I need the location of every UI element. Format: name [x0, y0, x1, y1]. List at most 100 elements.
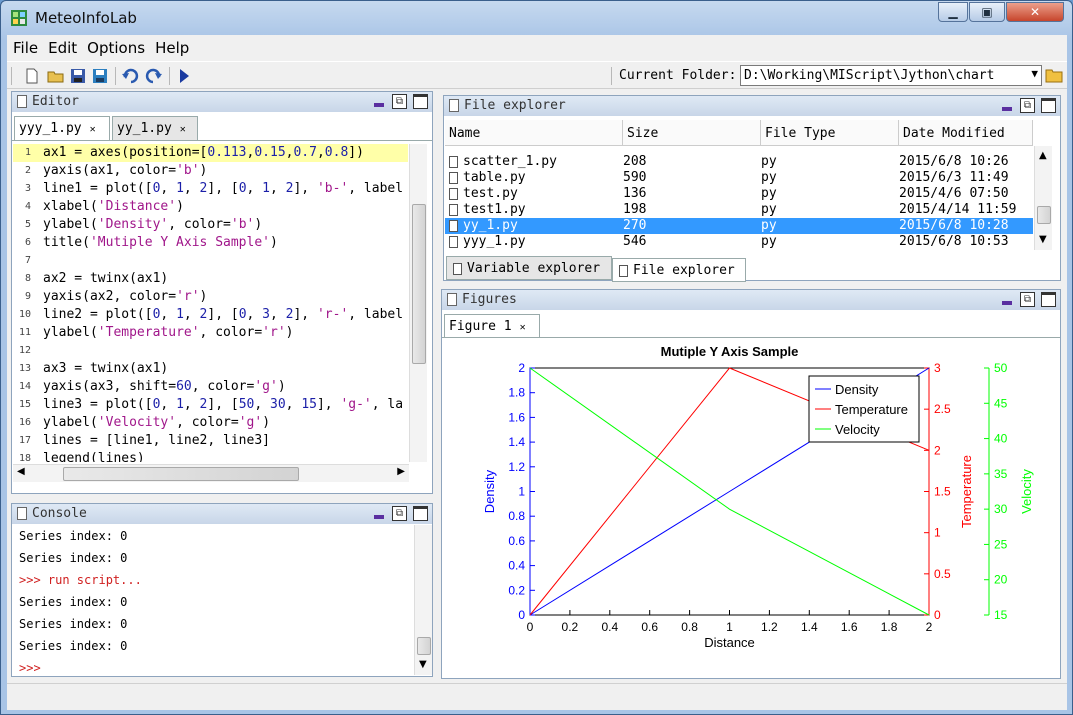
- line-number: 5: [24, 219, 31, 230]
- file-row[interactable]: table.py 590 py 2015/6/3 11:49: [445, 170, 1033, 186]
- figure-canvas[interactable]: Mutiple Y Axis Sample 0 0.2 0.4 0.6 0.8 1 1.2 1.…: [443, 338, 1058, 678]
- panel-doc-icon: [619, 265, 628, 277]
- panel-maximize-button[interactable]: [1041, 292, 1056, 307]
- code-line[interactable]: 14 yaxis(ax3, shift=60, color='g'): [13, 378, 408, 396]
- editor-horizontal-scrollbar[interactable]: ◀ ▶: [13, 464, 409, 482]
- line-number: 8: [24, 273, 31, 284]
- code-line[interactable]: 5 ylabel('Density', color='b'): [13, 216, 408, 234]
- scroll-down-icon[interactable]: ▼: [1039, 234, 1047, 245]
- menu-options[interactable]: Options: [81, 35, 149, 57]
- code-text: line2 = plot([0, 1, 2], [0, 3, 2], 'r-',…: [43, 307, 403, 322]
- code-token: 50: [238, 397, 255, 412]
- code-line[interactable]: 17 lines = [line1, line2, line3]: [13, 432, 408, 450]
- maximize-button[interactable]: ▣: [969, 2, 1005, 22]
- code-editor[interactable]: 1 ax1 = axes(position=[0.113,0.15,0.7,0.8…: [13, 144, 408, 462]
- open-folder-icon[interactable]: [47, 67, 65, 85]
- file-row[interactable]: scatter_1.py 208 py 2015/6/8 10:26: [445, 154, 1033, 170]
- browse-folder-icon[interactable]: [1045, 67, 1063, 83]
- menu-edit[interactable]: Edit: [42, 35, 81, 57]
- close-icon[interactable]: ✕: [520, 322, 526, 333]
- undo-icon[interactable]: [121, 67, 139, 85]
- code-line[interactable]: 3 line1 = plot([0, 1, 2], [0, 1, 2], 'b-'…: [13, 180, 408, 198]
- file-row[interactable]: yyy_1.py 546 py 2015/6/8 10:53: [445, 234, 1033, 248]
- panel-minimize-button[interactable]: [371, 94, 386, 109]
- file-explorer-vertical-scrollbar[interactable]: ▲ ▼: [1034, 146, 1052, 250]
- file-row[interactable]: yy_1.py 270 py 2015/6/8 10:28: [445, 218, 1033, 234]
- console-output[interactable]: Series index: 0 Series index: 0 >>> run sc…: [13, 525, 423, 675]
- scroll-down-icon[interactable]: ▼: [419, 659, 427, 670]
- menu-file[interactable]: File: [7, 35, 42, 57]
- code-line[interactable]: 9 yaxis(ax2, color='r'): [13, 288, 408, 306]
- panel-minimize-button[interactable]: [371, 506, 386, 521]
- redo-icon[interactable]: [145, 67, 163, 85]
- column-header-name[interactable]: Name: [445, 120, 623, 146]
- file-row[interactable]: test.py 136 py 2015/4/6 07:50: [445, 186, 1033, 202]
- console-vertical-scrollbar[interactable]: ▼: [414, 525, 432, 675]
- tab-variable-explorer[interactable]: Variable explorer: [446, 256, 612, 280]
- code-line[interactable]: 6 title('Mutiple Y Axis Sample'): [13, 234, 408, 252]
- code-text: ylabel('Velocity', color='g'): [43, 415, 270, 430]
- panel-maximize-button[interactable]: [413, 506, 428, 521]
- code-line[interactable]: 18 legend(lines): [13, 450, 408, 462]
- close-icon[interactable]: ✕: [180, 124, 186, 135]
- code-line[interactable]: 10 line2 = plot([0, 1, 2], [0, 3, 2], 'r-…: [13, 306, 408, 324]
- panel-float-button[interactable]: ⧉: [392, 506, 407, 521]
- y-tick-label: 50: [994, 361, 1008, 375]
- chevron-down-icon[interactable]: ▼: [1031, 67, 1038, 80]
- code-line[interactable]: 15 line3 = plot([0, 1, 2], [50, 30, 15], …: [13, 396, 408, 414]
- column-header-file-type[interactable]: File Type: [761, 120, 899, 146]
- code-line[interactable]: 11 ylabel('Temperature', color='r'): [13, 324, 408, 342]
- save-all-icon[interactable]: [91, 67, 109, 85]
- code-text: ylabel('Temperature', color='r'): [43, 325, 293, 340]
- panel-float-button[interactable]: ⧉: [392, 94, 407, 109]
- save-icon[interactable]: [69, 67, 87, 85]
- menu-help[interactable]: Help: [149, 35, 193, 57]
- scroll-thumb[interactable]: [412, 204, 426, 364]
- float-window-icon: ⧉: [395, 96, 404, 107]
- close-icon[interactable]: ✕: [90, 124, 96, 135]
- code-line[interactable]: 12: [13, 342, 408, 360]
- panel-maximize-button[interactable]: [413, 94, 428, 109]
- scroll-thumb[interactable]: [417, 637, 431, 655]
- run-script-icon[interactable]: [175, 67, 193, 85]
- tab-yyy-1-py[interactable]: yyy_1.py ✕: [14, 116, 110, 140]
- scroll-right-icon[interactable]: ▶: [397, 466, 405, 477]
- code-line[interactable]: 13 ax3 = twinx(ax1): [13, 360, 408, 378]
- code-line[interactable]: 8 ax2 = twinx(ax1): [13, 270, 408, 288]
- tab-figure-1[interactable]: Figure 1 ✕: [444, 314, 540, 338]
- code-line[interactable]: 1 ax1 = axes(position=[0.113,0.15,0.7,0.8…: [13, 144, 408, 162]
- code-token: 0.7: [293, 145, 317, 160]
- title-bar[interactable]: MeteoInfoLab ▁ ▣ ✕: [1, 1, 1072, 35]
- scroll-left-icon[interactable]: ◀: [17, 466, 25, 477]
- panel-maximize-button[interactable]: [1041, 98, 1056, 113]
- editor-vertical-scrollbar[interactable]: [409, 144, 427, 462]
- code-line[interactable]: 4 xlabel('Distance'): [13, 198, 408, 216]
- column-header-size[interactable]: Size: [623, 120, 761, 146]
- scroll-thumb[interactable]: [63, 467, 299, 481]
- code-line[interactable]: 7: [13, 252, 408, 270]
- new-file-icon[interactable]: [23, 67, 41, 85]
- panel-minimize-button[interactable]: [999, 98, 1014, 113]
- code-text: line1 = plot([0, 1, 2], [0, 1, 2], 'b-',…: [43, 181, 403, 196]
- code-token: ,: [270, 181, 286, 196]
- float-window-icon: ⧉: [1023, 100, 1032, 111]
- file-row[interactable]: test1.py 198 py 2015/4/14 11:59: [445, 202, 1033, 218]
- scroll-thumb[interactable]: [1037, 206, 1051, 224]
- column-header-date-modified[interactable]: Date Modified: [899, 120, 1033, 146]
- panel-float-button[interactable]: ⧉: [1020, 292, 1035, 307]
- x-tick-label: 0.2: [562, 620, 579, 634]
- close-button[interactable]: ✕: [1006, 2, 1064, 22]
- scroll-up-icon[interactable]: ▲: [1039, 150, 1047, 161]
- panel-float-button[interactable]: ⧉: [1020, 98, 1035, 113]
- current-folder-combo[interactable]: D:\Working\MIScript\Jython\chart ▼: [740, 65, 1042, 86]
- code-token: 'b': [176, 163, 200, 178]
- code-token: line1 = plot([: [43, 181, 153, 196]
- minimize-button[interactable]: ▁: [938, 2, 968, 22]
- code-token: ]): [348, 145, 364, 160]
- tab-file-explorer[interactable]: File explorer: [612, 258, 746, 282]
- panel-minimize-button[interactable]: [999, 292, 1014, 307]
- code-line[interactable]: 2 yaxis(ax1, color='b'): [13, 162, 408, 180]
- tab-yy-1-py[interactable]: yy_1.py ✕: [112, 116, 198, 140]
- code-line[interactable]: 16 ylabel('Velocity', color='g'): [13, 414, 408, 432]
- y-axis-label: Velocity: [1019, 469, 1034, 514]
